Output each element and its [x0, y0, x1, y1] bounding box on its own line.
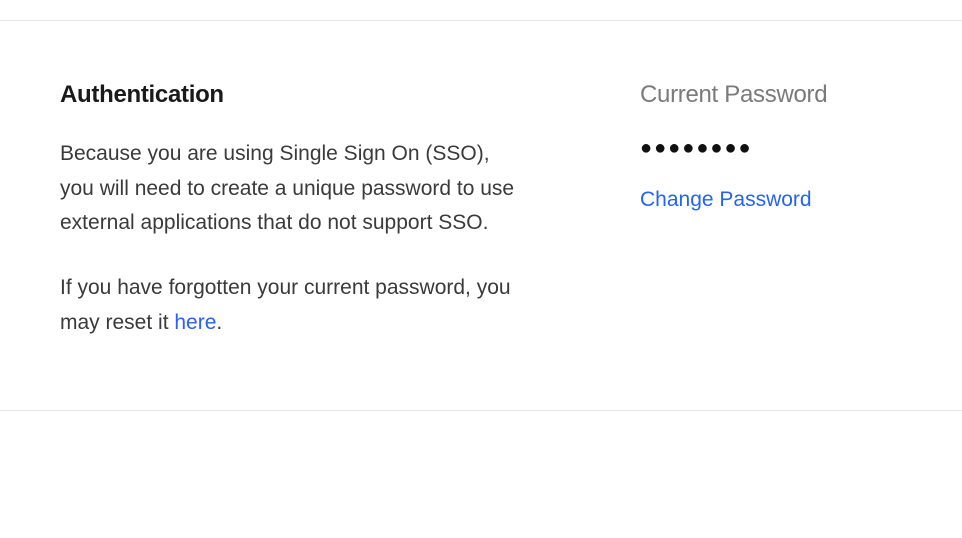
reset-text-suffix: .: [216, 311, 222, 334]
authentication-title: Authentication: [60, 81, 520, 109]
current-password-label: Current Password: [640, 81, 902, 109]
reset-text-prefix: If you have forgotten your current passw…: [60, 276, 511, 334]
reset-password-link[interactable]: here: [174, 311, 216, 334]
authentication-description: Because you are using Single Sign On (SS…: [60, 137, 520, 241]
authentication-info-column: Authentication Because you are using Sin…: [60, 81, 520, 340]
authentication-reset-text: If you have forgotten your current passw…: [60, 271, 520, 340]
current-password-value: ●●●●●●●●: [640, 137, 902, 160]
current-password-column: Current Password ●●●●●●●● Change Passwor…: [640, 81, 902, 340]
authentication-section: Authentication Because you are using Sin…: [0, 20, 962, 411]
change-password-link[interactable]: Change Password: [640, 188, 812, 212]
